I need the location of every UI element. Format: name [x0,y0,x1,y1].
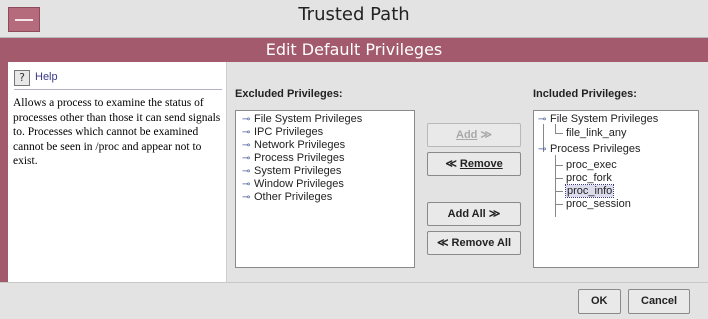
included-tree[interactable]: ⊸ File System Privileges file_link_any ⊸ P… [533,110,699,268]
remove-all-button[interactable]: ≪ Remove All [427,231,521,255]
tree-group-file-system[interactable]: ⊸ File System Privileges [538,112,658,126]
excluded-item-other[interactable]: ⊸ Other Privileges [242,190,332,204]
included-label: Included Privileges: [533,88,637,100]
tree-item-proc-exec[interactable]: proc_exec [566,158,617,172]
remove-arrow-icon: ≪ [445,158,457,170]
help-panel: ? Help Allows a process to examine the s… [8,62,226,282]
tree-connector [555,204,563,205]
window-title: Trusted Path [298,4,410,25]
tree-group-process[interactable]: ⊸ Process Privileges [538,142,640,156]
tree-item-proc-info[interactable]: proc_info [564,184,615,198]
dialog-content: ? Help Allows a process to examine the s… [0,62,708,319]
remove-button[interactable]: ≪ Remove [427,152,521,176]
excluded-list[interactable]: ⊸ File System Privileges ⊸ IPC Privileges … [235,110,415,268]
tree-item-proc-session[interactable]: proc_session [566,197,631,211]
key-icon: ⊸ [538,144,547,155]
add-all-arrow-icon: ≫ [488,208,501,220]
title-bar: Trusted Path [0,0,708,38]
help-title: Help [35,71,58,83]
help-icon: ? [14,70,30,86]
remove-all-arrow-icon: ≪ [436,237,449,249]
excluded-item-window[interactable]: ⊸ Window Privileges [242,177,344,191]
add-button[interactable]: Add ≫ [427,123,521,147]
tree-item-proc-fork[interactable]: proc_fork [566,171,612,185]
window-left-border [0,62,8,319]
excluded-label: Excluded Privileges: [235,88,343,100]
help-header: ? Help [14,68,222,90]
add-arrow-icon: ≫ [480,129,492,141]
excluded-item-system[interactable]: ⊸ System Privileges [242,164,341,178]
cancel-button[interactable]: Cancel [628,289,691,314]
tree-connector [555,133,563,134]
privileges-panel: Excluded Privileges: ⊸ File System Privil… [226,62,708,282]
dialog-footer: OK Cancel [0,282,708,319]
tree-item-file-link-any[interactable]: file_link_any [566,126,627,140]
help-text: Allows a process to examine the status o… [13,97,221,167]
tree-connector [555,165,563,166]
tree-connector [555,191,563,192]
excluded-item-ipc[interactable]: ⊸ IPC Privileges [242,125,323,139]
ok-button[interactable]: OK [578,289,621,314]
excluded-item-file-system[interactable]: ⊸ File System Privileges [242,112,362,126]
excluded-item-network[interactable]: ⊸ Network Privileges [242,138,345,152]
excluded-item-process[interactable]: ⊸ Process Privileges [242,151,344,165]
key-icon: ⊸ [538,114,547,125]
add-all-button[interactable]: Add All ≫ [427,202,521,226]
tree-connector [555,178,563,179]
key-icon: ⊸ [242,192,251,203]
dialog-subtitle: Edit Default Privileges [0,38,708,62]
